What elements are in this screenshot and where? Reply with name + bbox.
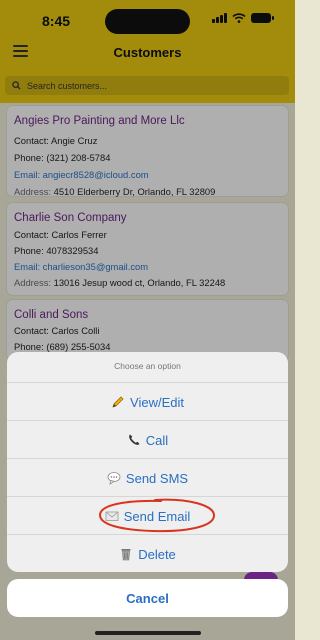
call-option[interactable]: Call [7,420,288,459]
action-sheet: Choose an option View/Edit Call Send SMS… [7,352,288,572]
send-email-option[interactable]: Send Email [7,496,288,535]
send-sms-option[interactable]: Send SMS [7,458,288,497]
envelope-icon [105,509,119,523]
speech-bubble-icon [107,471,121,485]
action-sheet-title: Choose an option [114,361,181,371]
delete-option[interactable]: Delete [7,534,288,572]
view-edit-option[interactable]: View/Edit [7,382,288,421]
phone-icon [127,433,141,447]
cancel-button[interactable]: Cancel [7,579,288,617]
trash-icon [119,547,133,561]
pencil-icon [111,395,125,409]
home-indicator[interactable] [95,631,201,635]
